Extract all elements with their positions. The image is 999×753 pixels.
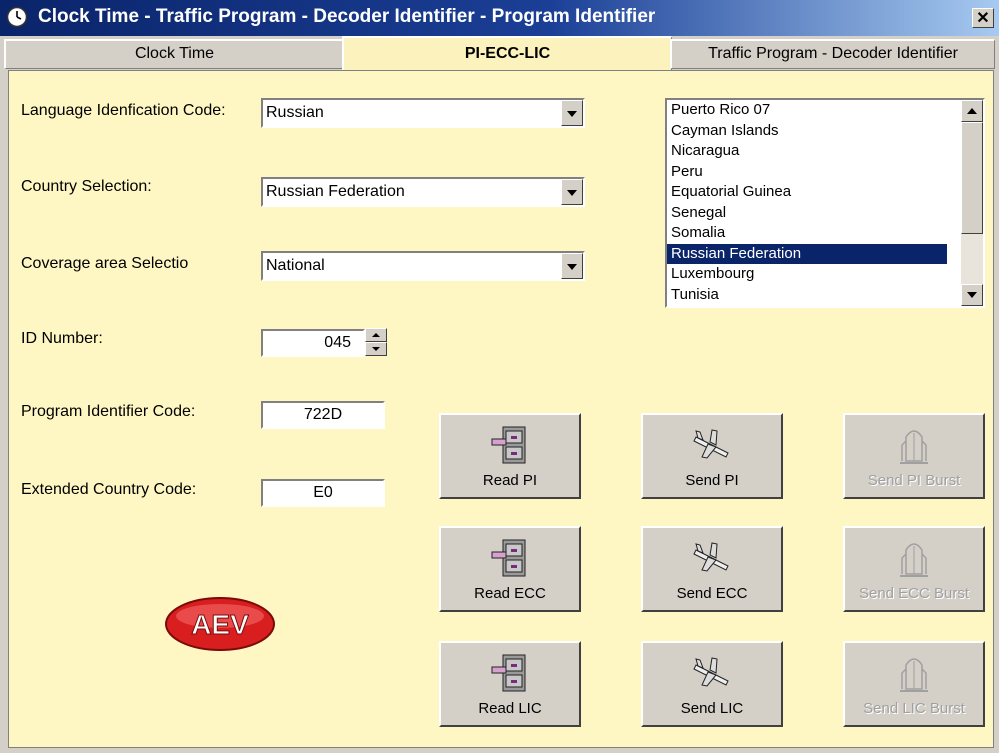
read-lic-button[interactable]: Read LIC [439,641,581,727]
coverage-value: National [266,257,325,274]
read-pi-label: Read PI [482,472,538,489]
country-list[interactable]: Puerto Rico 07 Cayman Islands Nicaragua … [665,98,985,308]
title-bar: Clock Time - Traffic Program - Decoder I… [0,0,999,36]
coverage-label: Coverage area Selectio [21,255,189,272]
file-cabinet-icon [491,539,526,577]
send-ecc-burst-button[interactable]: Send ECC Burst [843,526,985,612]
list-item[interactable]: Puerto Rico 07 [667,100,947,121]
language-label: Language Idenfication Code: [21,102,226,119]
space-shuttle-icon [900,430,928,464]
scroll-up-icon[interactable] [961,100,983,122]
spin-down-icon[interactable] [365,342,387,356]
chevron-down-icon[interactable] [561,179,583,205]
list-item[interactable]: Cayman Islands [667,121,947,142]
list-scrollbar[interactable] [961,100,983,306]
id-number-label: ID Number: [21,330,103,347]
send-pi-label: Send PI [685,472,739,489]
tab-label: Clock Time [134,45,215,62]
read-ecc-button[interactable]: Read ECC [439,526,581,612]
send-pi-burst-button[interactable]: Send PI Burst [843,413,985,499]
id-number-stepper[interactable] [365,328,387,356]
read-lic-label: Read LIC [478,700,542,717]
read-pi-button[interactable]: Read PI [439,413,581,499]
country-value: Russian Federation [266,183,405,200]
scroll-down-icon[interactable] [961,284,983,306]
list-item[interactable]: Tunisia [667,285,947,306]
list-item[interactable]: Senegal [667,203,947,224]
tab-label: PI-ECC-LIC [464,45,551,62]
read-ecc-label: Read ECC [474,585,546,602]
list-item-selected[interactable]: Russian Federation [667,243,947,264]
aev-logo: AEV [165,597,275,651]
send-lic-burst-label: Send LIC Burst [863,700,965,717]
clock-icon [6,6,28,28]
file-cabinet-icon [491,426,526,464]
window-title: Clock Time - Traffic Program - Decoder I… [38,6,656,27]
logo-text: AEV [191,609,249,640]
pi-code-label: Program Identifier Code: [21,403,196,420]
list-item[interactable]: Nicaragua [667,141,947,162]
file-cabinet-icon [491,654,526,692]
ecc-field[interactable]: E0 [261,479,385,507]
country-label: Country Selection: [21,178,152,195]
country-select[interactable]: Russian Federation [261,177,585,207]
pi-code-field[interactable]: 722D [261,401,385,429]
scroll-thumb[interactable] [961,122,983,234]
list-item[interactable]: Peru [667,162,947,183]
airplane-icon [693,542,729,572]
close-icon: ✕ [976,10,990,27]
send-pi-button[interactable]: Send PI [641,413,783,499]
list-item[interactable]: Equatorial Guinea [667,182,947,203]
tab-pi-ecc-lic[interactable]: PI-ECC-LIC [342,36,672,70]
tab-label: Traffic Program - Decoder Identifier [708,45,958,62]
airplane-icon [693,657,729,687]
chevron-down-icon[interactable] [561,100,583,126]
space-shuttle-icon [900,543,928,577]
send-lic-button[interactable]: Send LIC [641,641,783,727]
send-lic-burst-button[interactable]: Send LIC Burst [843,641,985,727]
send-lic-label: Send LIC [680,700,744,717]
send-pi-burst-label: Send PI Burst [867,472,961,489]
list-item[interactable]: Somalia [667,223,947,244]
tab-clock-time[interactable]: Clock Time [4,39,344,69]
spin-up-icon[interactable] [365,328,387,342]
close-button[interactable]: ✕ [972,8,994,28]
coverage-select[interactable]: National [261,251,585,281]
send-ecc-button[interactable]: Send ECC [641,526,783,612]
chevron-down-icon[interactable] [561,253,583,279]
send-ecc-label: Send ECC [676,585,748,602]
language-select[interactable]: Russian [261,98,585,128]
airplane-icon [693,429,729,459]
tab-traffic-program[interactable]: Traffic Program - Decoder Identifier [670,39,995,69]
space-shuttle-icon [900,658,928,692]
id-number-field[interactable]: 045 [261,329,365,357]
tab-bar: Clock Time PI-ECC-LIC Traffic Program - … [0,36,999,70]
tab-panel: Language Idenfication Code: Russian Coun… [8,70,994,748]
send-ecc-burst-label: Send ECC Burst [858,585,970,602]
list-item[interactable]: Luxembourg [667,264,947,285]
language-value: Russian [266,104,324,121]
ecc-label: Extended Country Code: [21,481,197,498]
